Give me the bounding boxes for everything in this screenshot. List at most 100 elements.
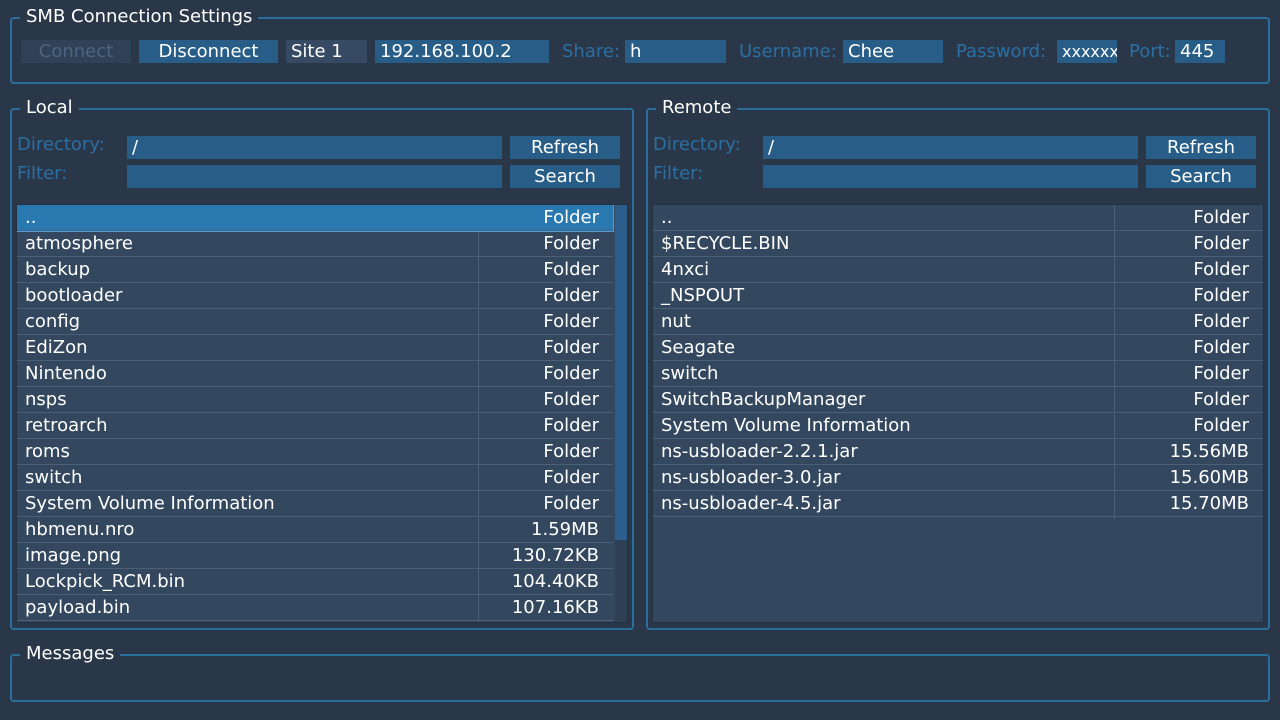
file-size: Folder [1193,233,1249,254]
file-name: SwitchBackupManager [661,389,866,410]
local-file-row[interactable]: image.png 130.72KB [17,543,613,569]
file-name: switch [661,363,719,384]
file-size: Folder [543,441,599,462]
remote-filter-input[interactable] [763,165,1138,188]
file-size: Folder [1193,259,1249,280]
file-name: switch [25,467,83,488]
file-name: _NSPOUT [661,285,745,306]
local-refresh-button[interactable]: Refresh [510,136,620,159]
file-name: payload.bin [25,597,131,618]
file-name: roms [25,441,70,462]
local-search-button[interactable]: Search [510,165,620,188]
remote-file-row[interactable]: nut Folder [653,309,1263,335]
remote-file-row[interactable]: .. Folder [653,205,1263,231]
remote-file-row[interactable]: System Volume Information Folder [653,413,1263,439]
file-name: 4nxci [661,259,710,280]
local-file-row[interactable]: backup Folder [17,257,613,283]
file-size: Folder [1193,311,1249,332]
disconnect-button[interactable]: Disconnect [139,40,278,63]
site-selector[interactable]: Site 1 [286,40,367,63]
connect-button[interactable]: Connect [21,40,131,63]
local-panel-title: Local [20,97,79,119]
file-size: Folder [1193,207,1249,228]
local-file-row[interactable]: System Volume Information Folder [17,491,613,517]
local-file-row[interactable]: payload.bin 107.16KB [17,595,613,621]
remote-file-row[interactable]: $RECYCLE.BIN Folder [653,231,1263,257]
username-label: Username: [739,41,837,62]
remote-refresh-button[interactable]: Refresh [1146,136,1256,159]
file-name: nut [661,311,691,332]
password-label: Password: [956,41,1047,62]
local-file-row[interactable]: Lockpick_RCM.bin 104.40KB [17,569,613,595]
password-input[interactable]: xxxxxx [1057,40,1117,63]
file-size: Folder [1193,285,1249,306]
remote-file-row[interactable]: _NSPOUT Folder [653,283,1263,309]
remote-file-row[interactable]: 4nxci Folder [653,257,1263,283]
local-file-list[interactable]: .. Folder atmosphere Folder backup Folder boot… [16,204,628,623]
local-file-row[interactable]: retroarch Folder [17,413,613,439]
local-filter-label: Filter: [17,163,68,184]
file-size: 15.56MB [1169,441,1249,462]
local-file-row[interactable]: .. Folder [17,205,614,232]
local-file-row[interactable]: switch Folder [17,465,613,491]
file-name: Nintendo [25,363,107,384]
file-size: Folder [1193,337,1249,358]
file-name: image.png [25,545,122,566]
local-file-row[interactable]: hbmenu.nro 1.59MB [17,517,613,543]
local-file-row[interactable]: bootloader Folder [17,283,613,309]
file-size: Folder [543,207,599,228]
username-input[interactable]: Chee [843,40,943,63]
file-name: .. [25,207,37,228]
local-filter-input[interactable] [127,165,502,188]
file-name: .. [661,207,673,228]
remote-file-row[interactable]: ns-usbloader-4.5.jar 15.70MB [653,491,1263,517]
share-input[interactable]: h [625,40,726,63]
messages-panel: Messages [10,643,1270,702]
file-size: Folder [543,467,599,488]
file-name: backup [25,259,91,280]
file-name: ns-usbloader-2.2.1.jar [661,441,858,462]
file-name: bootloader [25,285,123,306]
remote-file-list[interactable]: .. Folder $RECYCLE.BIN Folder 4nxci Folder _NS… [652,204,1264,623]
file-size: 15.70MB [1169,493,1249,514]
file-name: ns-usbloader-3.0.jar [661,467,841,488]
remote-file-row[interactable]: ns-usbloader-2.2.1.jar 15.56MB [653,439,1263,465]
host-input[interactable]: 192.168.100.2 [375,40,549,63]
local-file-row[interactable]: Nintendo Folder [17,361,613,387]
port-input[interactable]: 445 [1175,40,1225,63]
file-name: config [25,311,81,332]
remote-search-button[interactable]: Search [1146,165,1256,188]
remote-file-row[interactable]: ns-usbloader-3.0.jar 15.60MB [653,465,1263,491]
local-file-row[interactable]: config Folder [17,309,613,335]
file-name: retroarch [25,415,108,436]
file-size: 130.72KB [511,545,599,566]
file-size: Folder [543,389,599,410]
remote-filter-label: Filter: [653,163,704,184]
file-name: atmosphere [25,233,133,254]
file-size: Folder [1193,389,1249,410]
share-label: Share: [562,41,621,62]
file-size: Folder [1193,363,1249,384]
remote-file-row[interactable]: switch Folder [653,361,1263,387]
file-name: Seagate [661,337,736,358]
local-file-row[interactable]: nsps Folder [17,387,613,413]
local-scrollbar[interactable] [615,205,627,622]
local-file-row[interactable]: roms Folder [17,439,613,465]
local-file-row[interactable]: EdiZon Folder [17,335,613,361]
local-scrollbar-thumb[interactable] [615,205,627,540]
smb-connection-settings-title: SMB Connection Settings [20,6,259,28]
local-directory-input[interactable]: / [127,136,502,159]
file-size: Folder [543,233,599,254]
file-size: Folder [543,259,599,280]
remote-file-row[interactable]: SwitchBackupManager Folder [653,387,1263,413]
file-size: 104.40KB [511,571,599,592]
remote-file-row[interactable]: Seagate Folder [653,335,1263,361]
local-file-row[interactable]: atmosphere Folder [17,231,613,257]
remote-panel-title: Remote [656,97,738,119]
file-size: 107.16KB [511,597,599,618]
file-size: Folder [543,311,599,332]
remote-directory-input[interactable]: / [763,136,1138,159]
messages-panel-title: Messages [20,643,121,665]
file-size: 1.59MB [531,519,599,540]
file-size: Folder [543,415,599,436]
